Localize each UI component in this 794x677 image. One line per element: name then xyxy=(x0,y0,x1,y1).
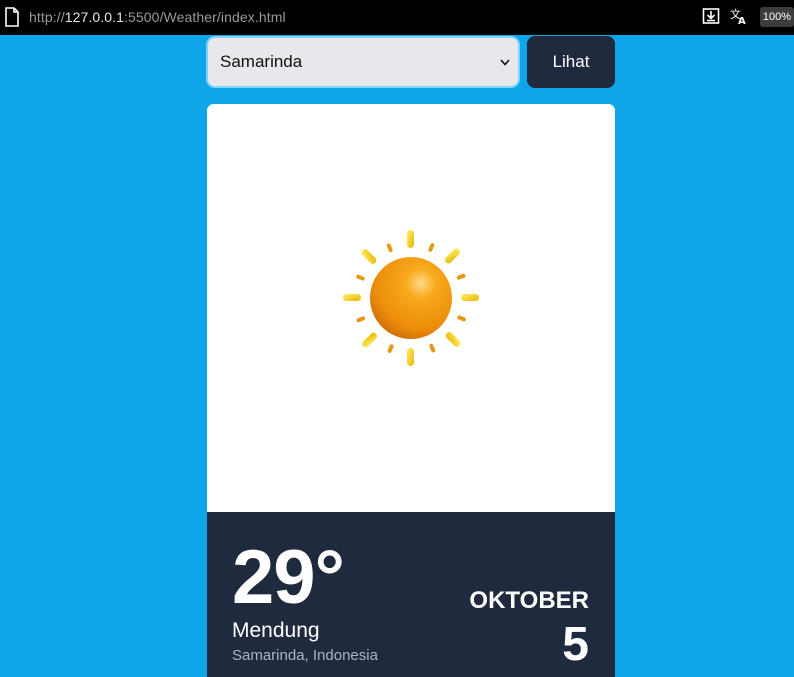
weather-info-panel: 29° Mendung Samarinda, Indonesia OKTOBER… xyxy=(207,512,615,677)
location-label: Samarinda, Indonesia xyxy=(232,647,378,664)
sun-icon xyxy=(343,230,479,366)
url-path: :5500/Weather/index.html xyxy=(124,9,286,25)
url-prefix: http:// xyxy=(29,9,65,25)
svg-text:A: A xyxy=(738,16,746,26)
weather-condition: Mendung xyxy=(232,619,320,642)
page-icon xyxy=(5,7,19,27)
day-number: 5 xyxy=(562,618,589,671)
month-label: OKTOBER xyxy=(469,587,589,614)
url-text[interactable]: http://127.0.0.1:5500/Weather/index.html xyxy=(29,9,286,25)
view-button[interactable]: Lihat xyxy=(527,36,615,88)
temperature-value: 29° xyxy=(232,535,345,620)
download-icon[interactable] xyxy=(701,6,721,26)
url-host: 127.0.0.1 xyxy=(64,9,125,25)
weather-image-area xyxy=(207,104,615,512)
chevron-down-icon xyxy=(500,59,510,66)
zoom-level[interactable]: 100% xyxy=(760,7,794,27)
translate-icon[interactable]: 文 A xyxy=(729,6,749,26)
weather-card: 29° Mendung Samarinda, Indonesia OKTOBER… xyxy=(207,104,615,677)
city-select[interactable]: Samarinda xyxy=(206,36,520,88)
browser-address-bar: http://127.0.0.1:5500/Weather/index.html… xyxy=(0,0,794,35)
city-select-value: Samarinda xyxy=(220,52,303,71)
